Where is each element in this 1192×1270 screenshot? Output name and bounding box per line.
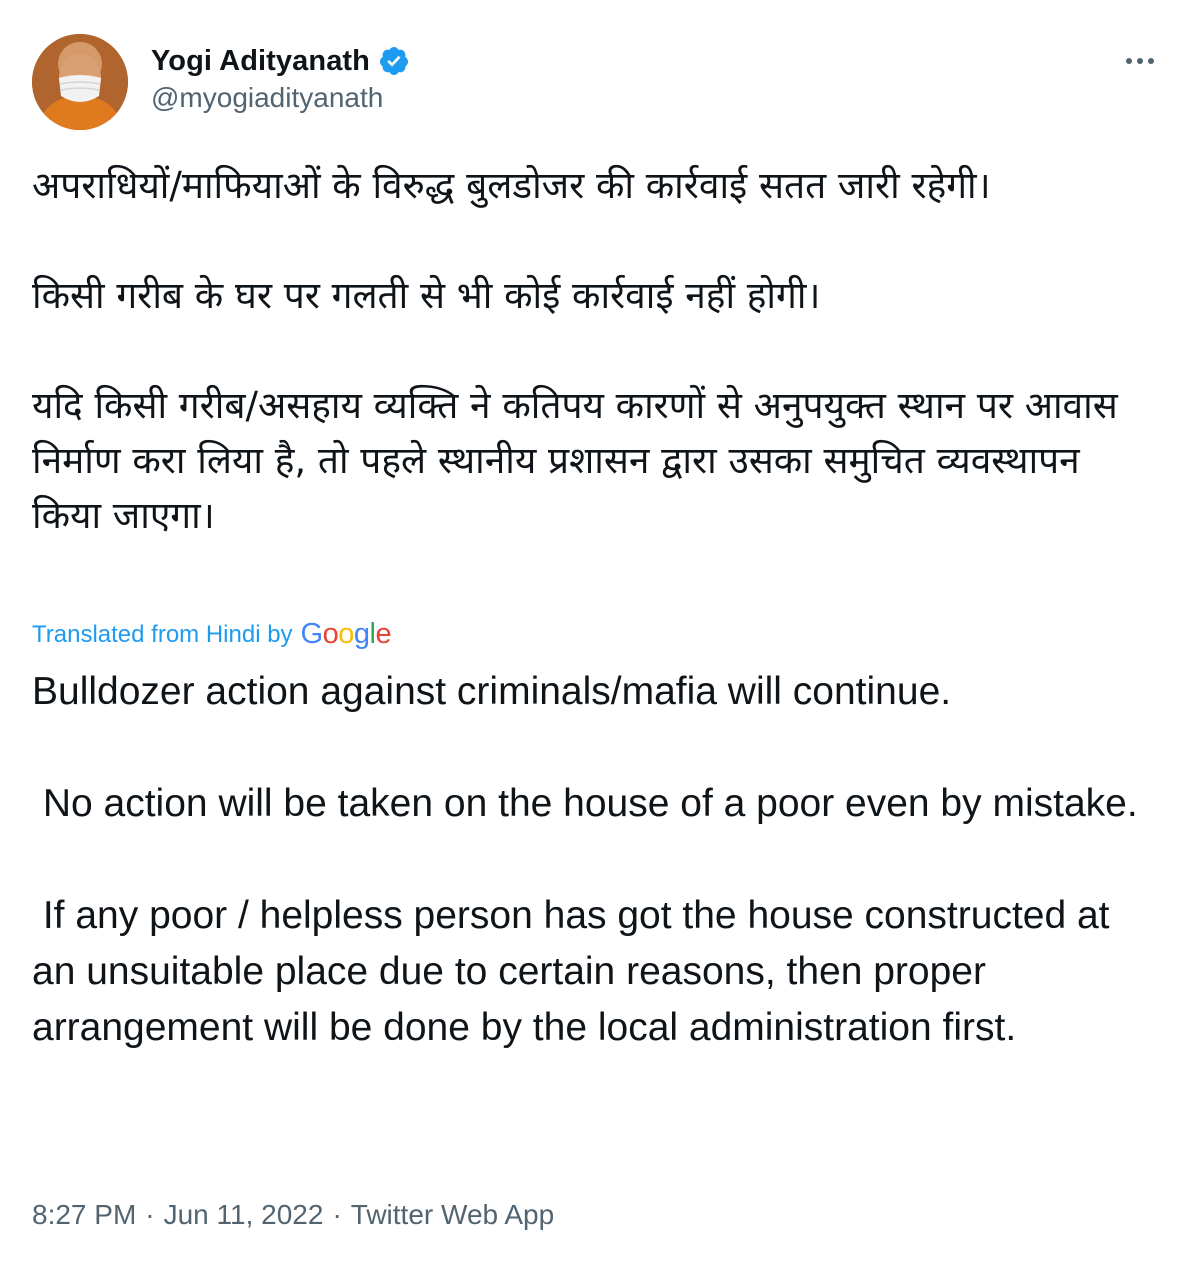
avatar-image — [32, 34, 128, 130]
name-row: Yogi Adityanath — [151, 42, 410, 80]
more-dot-icon — [1126, 58, 1132, 64]
tweet-meta: 8:27 PM · Jun 11, 2022 · Twitter Web App — [32, 1199, 554, 1231]
more-dot-icon — [1137, 58, 1143, 64]
author-display-name[interactable]: Yogi Adityanath — [151, 45, 370, 78]
avatar[interactable] — [32, 34, 128, 130]
tweet-date[interactable]: Jun 11, 2022 — [164, 1199, 324, 1231]
meta-separator: · — [145, 1199, 155, 1230]
translation-attribution[interactable]: Translated from Hindi by Google — [32, 618, 392, 651]
tweet-header: Yogi Adityanath @myogiadityanath — [32, 34, 1160, 132]
verified-badge-icon — [378, 45, 410, 77]
google-logo: Google — [300, 618, 392, 650]
tweet-original-text: अपराधियों/माफियाओं के विरुद्ध बुलडोजर की… — [32, 164, 1118, 537]
tweet-source[interactable]: Twitter Web App — [351, 1199, 554, 1231]
author-names: Yogi Adityanath @myogiadityanath — [151, 42, 410, 114]
tweet-card: Yogi Adityanath @myogiadityanath अपराधिय… — [0, 0, 1192, 1270]
meta-separator: · — [332, 1199, 342, 1230]
tweet-time[interactable]: 8:27 PM — [32, 1199, 136, 1231]
more-options-button[interactable] — [1120, 46, 1160, 76]
author-handle[interactable]: @myogiadityanath — [151, 82, 410, 114]
more-dot-icon — [1148, 58, 1154, 64]
tweet-translation-text: Bulldozer action against criminals/mafia… — [32, 670, 1138, 1049]
translated-from-label: Translated from Hindi by — [32, 620, 293, 648]
